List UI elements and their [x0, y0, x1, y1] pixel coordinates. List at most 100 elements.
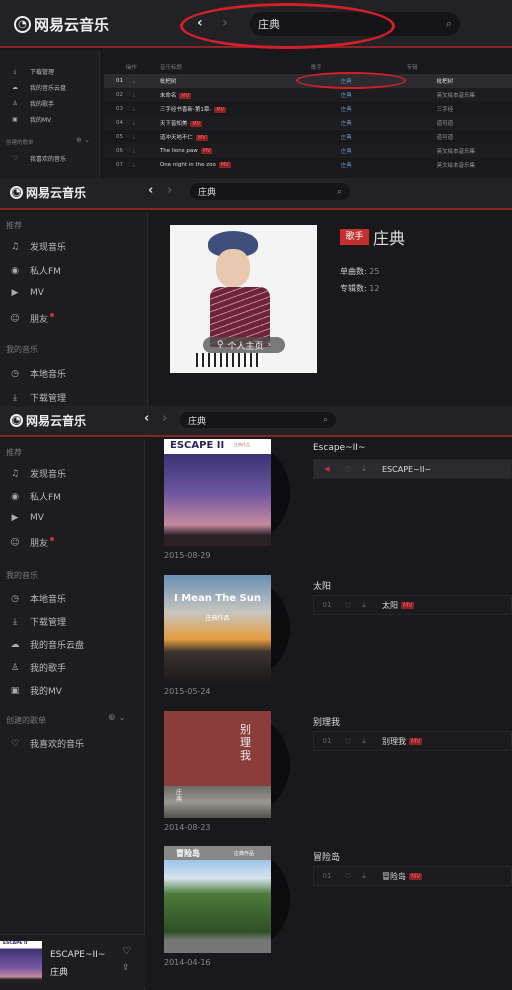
like-icon[interactable]: ♡: [122, 946, 131, 957]
like-icon[interactable]: ♡: [340, 737, 356, 746]
like-icon[interactable]: ♡: [340, 872, 356, 881]
add-playlist-icon[interactable]: ⊕ ⌄: [108, 713, 126, 723]
mv-badge[interactable]: MV: [190, 121, 203, 127]
artist-link[interactable]: 庄典: [311, 144, 407, 158]
sidebar-item-sidebar.my_music-3[interactable]: ♙ 我的歌手: [8, 661, 66, 675]
like-icon[interactable]: ♡: [340, 601, 356, 610]
track-row[interactable]: 01 ♡ ⤓ 太阳 MV: [313, 595, 512, 615]
sidebar-item-sidebar.recommend-0[interactable]: ♫ 发现音乐: [8, 240, 66, 254]
search-query: 庄典: [188, 416, 207, 427]
album-title[interactable]: Escape~II~: [313, 443, 365, 453]
album-cover[interactable]: ESCAPE II 庄典作品: [164, 439, 271, 546]
row-actions[interactable]: ♡ ⤓: [126, 116, 160, 130]
album-link[interactable]: 道可道: [407, 130, 512, 144]
table-row[interactable]: 03 ♡ ⤓ 三字经书香新-第1章- MV 庄典 三字经: [104, 102, 512, 116]
row-actions[interactable]: ♡ ⤓: [126, 74, 160, 88]
table-row[interactable]: 04 ♡ ⤓ 天下皆知美 MV 庄典 道可道: [104, 116, 512, 130]
artist-link[interactable]: 庄典: [311, 88, 407, 102]
sidebar-item-sidebar.my_music-0[interactable]: ◷ 本地音乐: [8, 592, 66, 606]
album-link[interactable]: 枇杷树: [407, 74, 512, 88]
row-actions[interactable]: ♡ ⤓: [126, 88, 160, 102]
download-icon[interactable]: ⤓: [356, 871, 372, 881]
sidebar-item-sidebar.recommend-2[interactable]: ▶ MV: [8, 513, 44, 523]
sidebar-item-sidebar.recommend-0[interactable]: ♫ 发现音乐: [8, 467, 66, 481]
mv-badge[interactable]: MV: [195, 135, 208, 141]
album-cover[interactable]: 冒险岛 庄典作品: [164, 846, 271, 953]
mv-badge[interactable]: MV: [409, 737, 423, 745]
share-icon[interactable]: ⇪: [122, 963, 130, 973]
homepage-button[interactable]: ⚲ 个人主页 ›: [203, 337, 285, 353]
app-logo[interactable]: ◔ 网易云音乐: [10, 184, 86, 201]
download-icon[interactable]: ⤓: [356, 464, 372, 474]
forward-button[interactable]: ›: [162, 411, 167, 426]
back-button[interactable]: ‹: [148, 183, 153, 198]
row-actions[interactable]: ♡ ⤓: [126, 158, 160, 172]
mv-badge[interactable]: MV: [401, 601, 415, 609]
album-link[interactable]: 三字经: [407, 102, 512, 116]
album-title[interactable]: 别理我: [313, 715, 340, 728]
album-title[interactable]: 太阳: [313, 579, 331, 592]
album-link[interactable]: 英文绘本音乐集: [407, 158, 512, 172]
sidebar-item-sidebar.recommend-3[interactable]: ☺ 朋友: [8, 536, 55, 549]
album-cover[interactable]: 别理我 庄典: [164, 711, 271, 818]
sidebar-item-sidebar.my_music-1[interactable]: ⤓ 下载管理: [8, 391, 66, 405]
mv-badge[interactable]: MV: [214, 107, 227, 113]
sidebar-item-sidebar.recommend-3[interactable]: ☺ 朋友: [8, 312, 55, 325]
column-header[interactable]: 操作: [126, 60, 160, 74]
track-row[interactable]: 01 ♡ ⤓ 别理我 MV: [313, 731, 512, 751]
column-header[interactable]: 音乐标题: [160, 60, 311, 74]
sidebar-item-section1.sidebar-1[interactable]: ☁ 我的音乐云盘: [8, 83, 66, 92]
sidebar-item-section1.sidebar-0[interactable]: ⤓ 下载管理: [8, 67, 54, 77]
table-row[interactable]: 07 ♡ ⤓ One night in the zoo MV 庄典 英文绘本音乐集: [104, 158, 512, 172]
app-logo[interactable]: ◔ 网易云音乐: [14, 14, 109, 35]
sidebar-item-liked-music[interactable]: ♡ 我喜欢的音乐: [8, 154, 66, 163]
sidebar-item-sidebar.recommend-1[interactable]: ◉ 私人FM: [8, 490, 61, 504]
mv-badge[interactable]: MV: [409, 872, 423, 880]
search-input[interactable]: 庄典 ⌕: [190, 183, 350, 200]
table-row[interactable]: 05 ♡ ⤓ 道冲天地不仁 MV 庄典 道可道: [104, 130, 512, 144]
like-icon[interactable]: ♡: [340, 465, 356, 474]
artist-link[interactable]: 庄典: [311, 158, 407, 172]
mv-badge[interactable]: MV: [179, 93, 192, 99]
column-header[interactable]: 专辑: [407, 60, 512, 74]
sidebar-item-section1.sidebar-2[interactable]: ♙ 我的歌手: [8, 99, 54, 108]
download-icon[interactable]: ⤓: [356, 736, 372, 746]
sidebar-item-section1.sidebar-3[interactable]: ▣ 我的MV: [8, 115, 51, 124]
sidebar-item-sidebar.my_music-0[interactable]: ◷ 本地音乐: [8, 367, 66, 381]
search-icon[interactable]: ⌕: [337, 187, 342, 197]
sidebar-item-sidebar.my_music-2[interactable]: ☁ 我的音乐云盘: [8, 638, 85, 652]
mv-badge[interactable]: MV: [200, 148, 213, 154]
sidebar-item-sidebar.recommend-1[interactable]: ◉ 私人FM: [8, 264, 61, 278]
add-playlist-icon[interactable]: ⊕ ⌄: [76, 136, 90, 144]
row-number: 02: [116, 92, 123, 98]
album-cover[interactable]: I Mean The Sun 庄典作品: [164, 575, 271, 682]
album-link[interactable]: 英文绘本音乐集: [407, 144, 512, 158]
sidebar-item-sidebar.my_music-1[interactable]: ⤓ 下载管理: [8, 615, 66, 629]
album-link[interactable]: 英文绘本音乐集: [407, 88, 512, 102]
row-actions[interactable]: ♡ ⤓: [126, 102, 160, 116]
app-logo[interactable]: ◔ 网易云音乐: [10, 412, 86, 429]
forward-button[interactable]: ›: [167, 183, 172, 198]
download-icon[interactable]: ⤓: [356, 600, 372, 610]
search-input[interactable]: 庄典 ⌕: [180, 412, 336, 428]
track-row[interactable]: 01 ♡ ⤓ 冒险岛 MV: [313, 866, 512, 886]
artist-link[interactable]: 庄典: [311, 116, 407, 130]
sidebar-item-sidebar.my_music-4[interactable]: ▣ 我的MV: [8, 684, 62, 698]
album-title[interactable]: 冒险岛: [313, 850, 340, 863]
table-row[interactable]: 02 ♡ ⤓ 未命名 MV 庄典 英文绘本音乐集: [104, 88, 512, 102]
track-row[interactable]: ◀ ♡ ⤓ ESCAPE~II~: [313, 459, 512, 479]
search-icon[interactable]: ⌕: [446, 17, 452, 31]
sidebar-item-sidebar.recommend-2[interactable]: ▶ MV: [8, 288, 44, 298]
mv-badge[interactable]: MV: [218, 162, 231, 168]
table-row[interactable]: 06 ♡ ⤓ The lions paw MV 庄典 英文绘本音乐集: [104, 144, 512, 158]
search-icon[interactable]: ⌕: [323, 415, 328, 425]
artist-link[interactable]: 庄典: [311, 130, 407, 144]
row-actions[interactable]: ♡ ⤓: [126, 130, 160, 144]
back-button[interactable]: ‹: [144, 411, 149, 426]
sidebar-item-liked-music[interactable]: ♡ 我喜欢的音乐: [8, 737, 84, 751]
album-link[interactable]: 道可道: [407, 116, 512, 130]
artist-link[interactable]: 庄典: [311, 102, 407, 116]
row-actions[interactable]: ♡ ⤓: [126, 144, 160, 158]
now-playing-cover[interactable]: ESCAPE II: [0, 941, 42, 983]
album-date: 2014-04-16: [164, 958, 211, 967]
